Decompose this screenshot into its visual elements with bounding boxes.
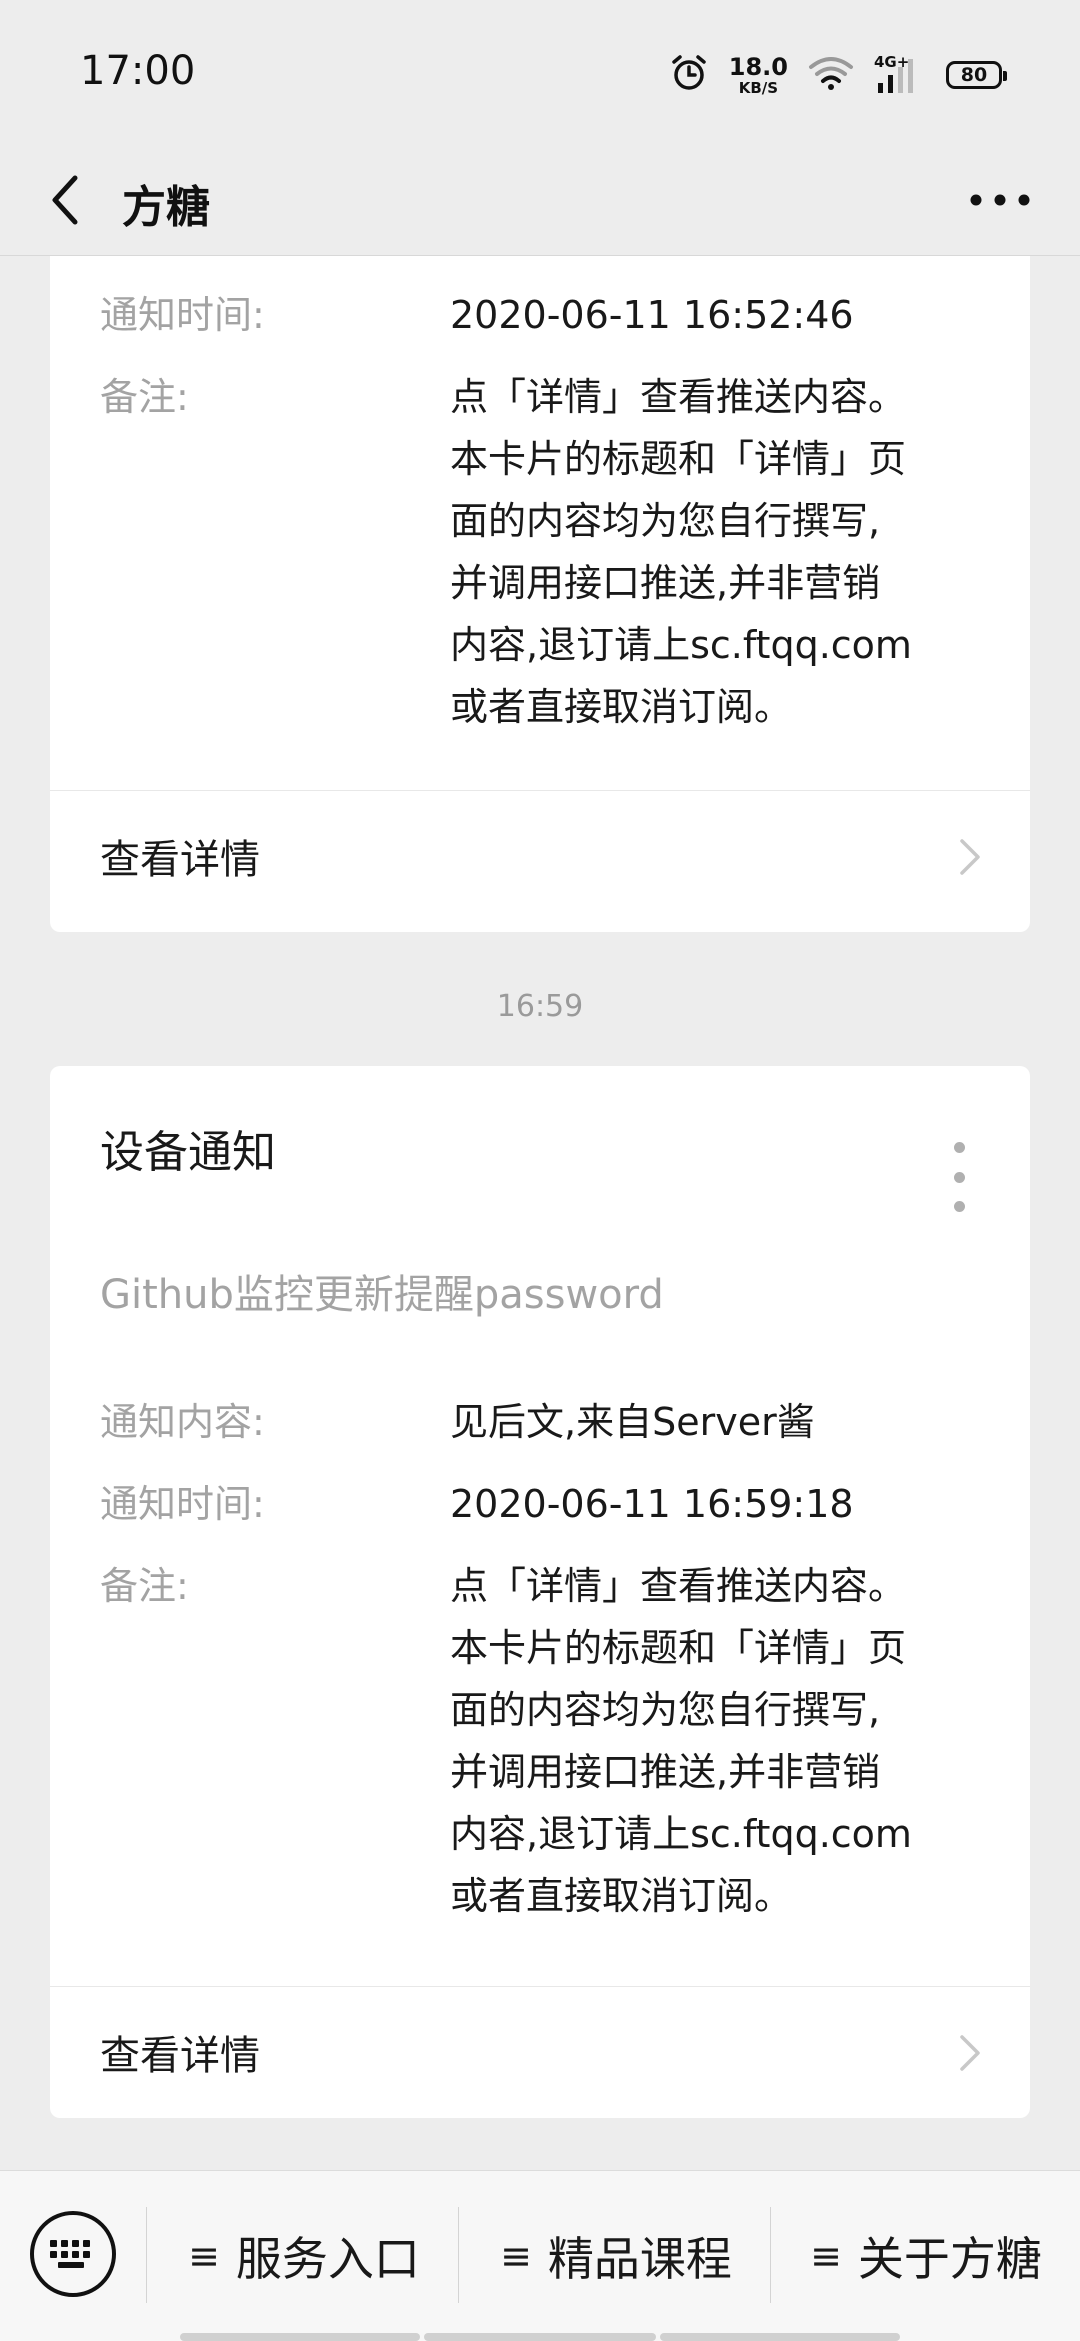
view-details-label: 查看详情 [100,2033,260,2079]
chevron-left-icon [52,175,78,225]
cellular-signal-icon: 4G+ [874,53,926,95]
view-details-label: 查看详情 [100,837,260,883]
message-timestamp: 16:59 [496,989,584,1024]
menu-item-label: 关于方糖 [857,2232,1042,2286]
keyboard-toggle-button[interactable] [30,2211,116,2297]
menu-separator [770,2207,771,2303]
menu-separator [146,2207,147,2303]
net-speed-value: 18.0 [728,52,788,81]
field-label: 备注: [100,375,189,419]
more-horizontal-icon [970,194,1030,206]
menu-list-icon: ≡ [810,2234,842,2278]
message-card: 通知时间: 2020-06-11 16:52:46 备注: 点「详情」查看推送内… [50,256,1030,932]
field-label: 通知内容: [100,1400,265,1444]
menu-item-about[interactable]: ≡ 关于方糖 [776,2211,1076,2301]
more-vertical-icon [953,1142,965,1153]
card-more-button[interactable] [944,1142,974,1212]
card-subtitle: Github监控更新提醒password [100,1272,664,1318]
field-label: 通知时间: [100,293,265,337]
field-label: 备注: [100,1564,189,1608]
message-card: 设备通知 Github监控更新提醒password 通知内容: 见后文,来自Se… [50,1066,1030,2118]
menu-item-service-entry[interactable]: ≡ 服务入口 [152,2211,456,2301]
more-vertical-dot [953,1171,965,1183]
menu-item-label: 精品课程 [547,2232,732,2286]
menu-item-courses[interactable]: ≡ 精品课程 [464,2211,768,2301]
message-list[interactable]: 通知时间: 2020-06-11 16:52:46 备注: 点「详情」查看推送内… [0,256,1080,2170]
field-value: 2020-06-11 16:59:18 [450,1482,854,1526]
keyboard-icon [50,2240,90,2268]
menu-list-icon: ≡ [188,2234,220,2278]
net-speed-unit: KB/S [738,78,779,97]
field-value: 点「详情」查看推送内容。 本卡片的标题和「详情」页 面的内容均为您自行撰写, 并… [450,375,912,729]
more-vertical-dot [953,1201,965,1212]
alarm-icon [669,53,709,97]
status-icons: 18.0 KB/S 4G+ 80 [669,50,1007,100]
title-bar: 方糖 [0,145,1080,256]
more-button[interactable] [960,165,1040,235]
view-details-link[interactable]: 查看详情 [50,791,1030,923]
chevron-right-icon [960,839,980,875]
field-label: 通知时间: [100,1482,265,1526]
view-details-link[interactable]: 查看详情 [50,1987,1030,2119]
status-bar: 17:00 18.0 KB/S 4G+ 80 [0,0,1080,145]
menu-item-label: 服务入口 [235,2232,420,2286]
field-value: 见后文,来自Server酱 [450,1400,815,1444]
battery-icon: 80 [946,61,1007,89]
net-speed: 18.0 KB/S [729,55,788,96]
field-value: 2020-06-11 16:52:46 [450,293,854,337]
bottom-menu-bar: ≡ 服务入口 ≡ 精品课程 ≡ 关于方糖 [0,2170,1080,2341]
page-title: 方糖 [122,182,210,233]
wifi-icon [808,55,854,95]
chevron-right-icon [960,2035,980,2071]
card-title: 设备通知 [100,1127,276,1178]
menu-separator [458,2207,459,2303]
menu-list-icon: ≡ [500,2234,532,2278]
field-value: 点「详情」查看推送内容。 本卡片的标题和「详情」页 面的内容均为您自行撰写, 并… [450,1564,912,1918]
status-time: 17:00 [80,48,196,94]
back-button[interactable] [30,165,100,235]
